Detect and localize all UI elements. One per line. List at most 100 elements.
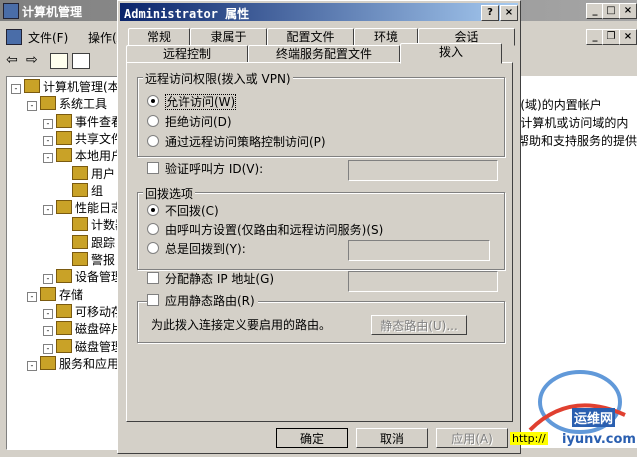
tree-item-label: 存储 — [59, 287, 84, 302]
tree-item[interactable]: - 性能日志 — [43, 200, 123, 216]
expand-icon[interactable]: - — [27, 101, 37, 112]
allow-access-radio[interactable]: 允许访问(W) — [147, 94, 237, 110]
expand-icon[interactable]: - — [43, 153, 53, 164]
back-icon[interactable]: ⇦ — [6, 52, 18, 68]
checkbox-icon — [147, 294, 159, 306]
maximize-button[interactable]: □ — [602, 3, 620, 19]
tree-item[interactable]: - 存储 — [27, 286, 84, 303]
apply-button[interactable]: 应用(A) — [436, 428, 508, 448]
ok-button[interactable]: 确定 — [276, 428, 348, 448]
tab-terminal-services-profile[interactable]: 终端服务配置文件 — [248, 45, 400, 63]
child-restore-button[interactable]: ❐ — [602, 29, 620, 45]
dialog-close-button[interactable]: × — [500, 5, 518, 21]
tree-item[interactable]: - 磁盘管理 — [43, 338, 124, 355]
no-callback-radio[interactable]: 不回拨(C) — [147, 203, 219, 219]
folder-icon — [56, 269, 72, 284]
detail-row: 帮助和支持服务的提供 — [517, 134, 637, 148]
show-tree-icon[interactable] — [72, 53, 90, 69]
folder-icon — [56, 303, 72, 318]
folder-icon — [40, 286, 56, 301]
caller-set-radio[interactable]: 由呼叫方设置(仅路由和远程访问服务)(S) — [147, 222, 383, 238]
expand-icon[interactable]: - — [43, 274, 53, 285]
tree-item[interactable]: - 可移动存 — [43, 303, 124, 320]
folder-icon — [40, 355, 56, 370]
deny-access-radio[interactable]: 拒绝访问(D) — [147, 114, 232, 130]
expand-icon[interactable]: - — [11, 84, 21, 94]
forward-icon[interactable]: ⇨ — [26, 52, 38, 68]
always-callback-radio[interactable]: 总是回拨到(Y): — [147, 241, 246, 257]
expand-icon[interactable]: - — [43, 326, 53, 337]
tree-item[interactable]: 组 — [59, 182, 104, 199]
ip-address-field[interactable] — [348, 271, 498, 292]
tree-item-label: 设备管理 — [75, 270, 124, 285]
verify-caller-id-label: 验证呼叫方 ID(V): — [165, 162, 264, 176]
child-close-button[interactable]: × — [619, 29, 637, 45]
tree-item[interactable]: - 磁盘碎片 — [43, 321, 123, 337]
tree-item[interactable]: - 共享文件 — [43, 130, 123, 147]
expand-icon[interactable]: - — [43, 308, 53, 319]
tree-item[interactable]: - 本地用户 — [43, 148, 123, 164]
tree-item[interactable]: - 事件查看 — [43, 113, 123, 130]
tab-dial-in[interactable]: 拨入 — [400, 43, 502, 64]
tree-item-label: 系统工具 — [59, 97, 108, 112]
static-ip-checkbox[interactable]: 分配静态 IP 地址(G) — [147, 271, 274, 287]
folder-icon — [56, 338, 72, 353]
tree-item[interactable]: - 设备管理 — [43, 269, 123, 285]
tree-item[interactable]: 计数器 — [59, 217, 124, 233]
static-routes-button[interactable]: 静态路由(U)... — [371, 315, 467, 335]
expand-icon[interactable]: - — [27, 360, 37, 371]
expand-icon[interactable]: - — [43, 135, 53, 146]
verify-caller-id-checkbox[interactable]: 验证呼叫方 ID(V): — [147, 161, 263, 177]
cancel-button[interactable]: 取消 — [356, 428, 428, 448]
tree-item-label: 磁盘管理 — [75, 339, 124, 354]
folder-icon — [56, 200, 72, 215]
close-button[interactable]: × — [619, 3, 637, 19]
radio-icon — [147, 223, 159, 235]
tree-item[interactable]: 警报 — [59, 252, 115, 268]
tab-general[interactable]: 常规 — [128, 28, 190, 46]
expand-icon[interactable]: - — [27, 291, 37, 302]
folder-icon — [72, 217, 88, 232]
tree-item[interactable]: - 计算机管理(本地 — [11, 79, 124, 95]
watermark-logo: 运维网 http:// iyunv.com — [510, 360, 637, 454]
radio-icon — [147, 115, 159, 127]
tab-member-of[interactable]: 隶属于 — [190, 28, 267, 46]
static-routes-checkbox[interactable]: 应用静态路由(R) — [147, 293, 258, 309]
folder-icon — [72, 165, 88, 180]
radio-icon — [147, 135, 159, 147]
detail-row: l(域)的内置帐户 — [517, 98, 602, 112]
up-folder-icon[interactable] — [50, 53, 68, 69]
policy-access-radio[interactable]: 通过远程访问策略控制访问(P) — [147, 134, 326, 150]
tree-item[interactable]: 用户 — [59, 165, 116, 182]
tree-item-label: 可移动存 — [75, 304, 124, 319]
watermark-url: iyunv.com — [562, 432, 636, 447]
computer-management-icon — [3, 3, 19, 19]
folder-icon — [72, 252, 88, 266]
properties-dialog: Administrator 属性 ? × 常规 隶属于 配置文件 环境 会话 远… — [117, 0, 521, 454]
tab-profile[interactable]: 配置文件 — [267, 28, 354, 46]
tree-item-label: 磁盘碎片 — [75, 322, 124, 337]
folder-icon — [24, 79, 40, 93]
expand-icon[interactable]: - — [43, 118, 53, 129]
remote-access-group-label: 远程访问权限(拨入或 VPN) — [143, 70, 293, 87]
caller-set-label: 由呼叫方设置(仅路由和远程访问服务)(S) — [165, 223, 384, 237]
tree-item[interactable]: - 系统工具 — [27, 96, 107, 112]
watermark-brand: 运维网 — [572, 408, 616, 427]
expand-icon[interactable]: - — [43, 343, 53, 354]
caller-id-field[interactable] — [348, 160, 498, 181]
always-callback-label: 总是回拨到(Y): — [165, 242, 246, 256]
detail-row: i计算机或访问域的内 — [517, 116, 629, 130]
expand-icon[interactable]: - — [43, 205, 53, 216]
dialog-title: Administrator 属性 — [124, 7, 250, 21]
tree-item-label: 本地用户 — [75, 149, 124, 164]
tree-item[interactable]: 跟踪日 — [59, 234, 124, 251]
console-tree: - 计算机管理(本地 - 系统工具 - 事件查看 - 共享文件 - 本地用户 用户组 - 性能日志 计数器… — [6, 76, 125, 450]
menu-file[interactable]: 文件(F) — [28, 29, 68, 46]
callback-number-field[interactable] — [348, 240, 490, 261]
tree-item-label: 用户 — [91, 166, 116, 181]
tab-remote-control[interactable]: 远程控制 — [126, 45, 248, 63]
dial-in-panel: 远程访问权限(拨入或 VPN) 允许访问(W) 拒绝访问(D) 通过远程访问策略… — [126, 62, 513, 422]
tree-item-label: 组 — [91, 183, 104, 198]
help-button[interactable]: ? — [481, 5, 499, 21]
tree-item[interactable]: - 服务和应用程 — [27, 355, 124, 372]
